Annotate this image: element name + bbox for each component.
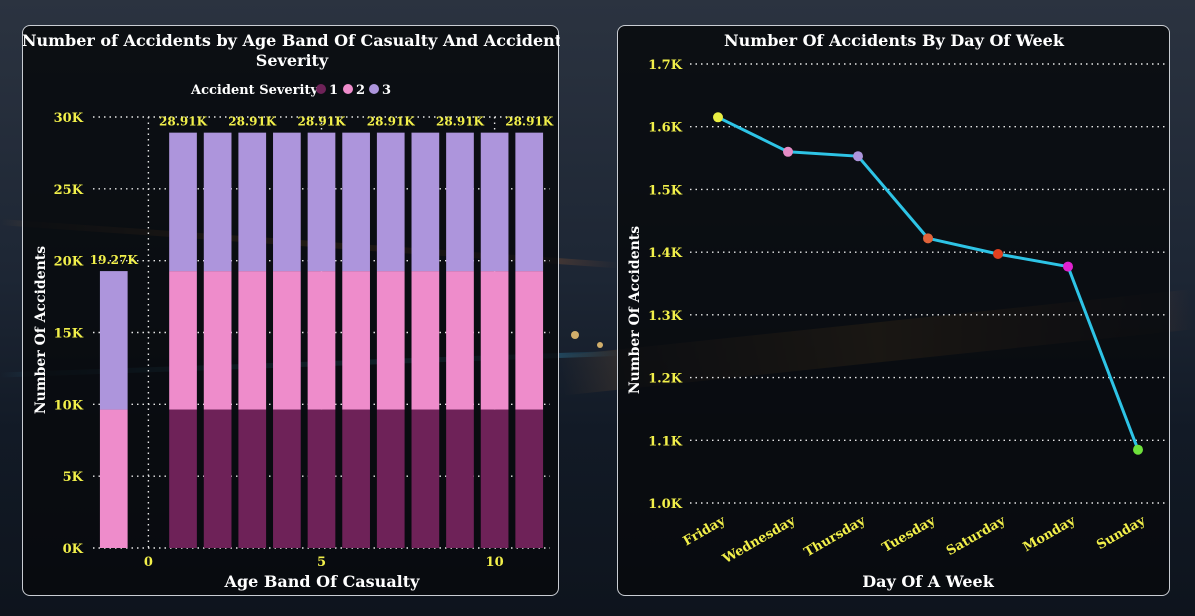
bar-segment-severity-1 xyxy=(273,409,301,548)
bar-segment-severity-2 xyxy=(169,271,197,410)
bar-segment-severity-3 xyxy=(342,132,370,272)
data-point-saturday xyxy=(993,249,1003,260)
bar-total-label: 28.91K xyxy=(505,115,554,129)
y-tick-label: 1.6K xyxy=(648,121,683,136)
bar-segment-severity-1 xyxy=(515,409,544,548)
day-of-week-chart-panel: Number Of Accidents By Day Of Week 1.0K 1… xyxy=(617,25,1170,596)
series-line xyxy=(717,115,1140,451)
x-tick-label: Sunday xyxy=(1094,513,1148,553)
bar-segment-severity-3 xyxy=(307,132,336,272)
x-tick-label: Wednesday xyxy=(719,513,798,567)
data-point-wednesday xyxy=(783,146,793,157)
legend-marker-severity-1 xyxy=(316,84,326,94)
legend-marker-severity-3 xyxy=(369,84,379,94)
bar-total-label: 28.91K xyxy=(436,115,485,129)
x-tick-label: 10 xyxy=(486,555,504,570)
bar-segment-severity-3 xyxy=(203,132,232,272)
bar-segment-severity-1 xyxy=(203,409,232,548)
data-point-friday xyxy=(713,112,723,123)
x-tick-label: Tuesday xyxy=(880,513,939,556)
bar-segment-severity-2 xyxy=(307,271,336,410)
x-axis-label: Age Band Of Casualty xyxy=(224,572,421,591)
bar-segment-severity-1 xyxy=(169,409,197,548)
bar-segment-severity-2 xyxy=(203,271,232,410)
bar-segment-severity-1 xyxy=(411,409,440,548)
bar-segment-severity-3 xyxy=(99,271,128,410)
bar-segment-severity-3 xyxy=(273,132,301,272)
bar-total-label: 28.91K xyxy=(367,115,416,129)
y-tick-label: 1.5K xyxy=(648,183,683,198)
bar-total-label: 28.91K xyxy=(228,115,277,129)
bar-segment-severity-3 xyxy=(411,132,440,272)
x-tick-label: Thursday xyxy=(802,513,869,560)
y-tick-label: 1.0K xyxy=(648,497,683,512)
y-tick-label: 0K xyxy=(63,542,84,557)
bar-segment-severity-3 xyxy=(169,132,197,272)
chart-title-line1: Number of Accidents by Age Band Of Casua… xyxy=(23,31,560,50)
legend: Accident Severity 1 2 3 xyxy=(190,83,391,98)
bar-segment-severity-2 xyxy=(99,409,128,548)
x-axis-label: Day Of A Week xyxy=(862,572,995,591)
bar-segment-severity-2 xyxy=(238,271,267,410)
bar-total-label: 28.91K xyxy=(297,115,346,129)
data-point-monday xyxy=(1063,261,1073,272)
legend-label-severity-1: 1 xyxy=(329,83,338,98)
x-tick-label: Monday xyxy=(1021,513,1079,555)
bar-segment-severity-2 xyxy=(480,271,509,410)
bar-segment-severity-2 xyxy=(376,271,405,410)
y-tick-label: 10K xyxy=(54,398,84,413)
data-point-tuesday xyxy=(923,233,933,244)
bar-segment-severity-3 xyxy=(376,132,405,272)
y-tick-label: 1.2K xyxy=(648,372,683,387)
x-tick-label: Saturday xyxy=(944,513,1008,559)
bar-segment-severity-1 xyxy=(446,409,474,548)
bar-segment-severity-3 xyxy=(446,132,474,272)
bar-total-label: 19.27K xyxy=(90,253,139,267)
y-tick-label: 15K xyxy=(54,327,84,342)
bar-segment-severity-2 xyxy=(515,271,544,410)
legend-marker-severity-2 xyxy=(343,84,353,94)
y-axis-label: Number Of Accidents xyxy=(33,246,49,414)
y-tick-label: 1.1K xyxy=(648,434,683,449)
bar-segment-severity-1 xyxy=(307,409,336,548)
chart-title-line2: Severity xyxy=(256,51,329,70)
y-tick-label: 5K xyxy=(63,470,84,485)
bar-segment-severity-1 xyxy=(238,409,267,548)
age-band-chart-panel: Number of Accidents by Age Band Of Casua… xyxy=(22,25,563,596)
x-tick-label: Friday xyxy=(681,513,729,549)
bar-segment-severity-2 xyxy=(342,271,370,410)
legend-title: Accident Severity xyxy=(190,83,318,98)
y-tick-label: 20K xyxy=(54,255,84,270)
day-of-week-line-chart: Number Of Accidents By Day Of Week 1.0K 1… xyxy=(627,31,1166,591)
legend-label-severity-2: 2 xyxy=(356,83,365,98)
bar-segment-severity-2 xyxy=(273,271,301,410)
y-tick-label: 1.7K xyxy=(648,58,683,73)
x-tick-label: 0 xyxy=(144,555,153,570)
y-tick-label: 30K xyxy=(54,111,84,126)
bar-segment-severity-3 xyxy=(238,132,267,272)
y-axis-label: Number Of Accidents xyxy=(627,226,643,394)
legend-label-severity-3: 3 xyxy=(382,83,391,98)
bar-segment-severity-2 xyxy=(446,271,474,410)
bar-total-label: 28.91K xyxy=(159,115,208,129)
data-point-thursday xyxy=(853,151,863,162)
y-tick-label: 25K xyxy=(54,183,84,198)
age-band-stacked-bar-chart: Number of Accidents by Age Band Of Casua… xyxy=(22,31,563,591)
bar-segment-severity-3 xyxy=(480,132,509,272)
x-tick-label: 5 xyxy=(317,555,326,570)
bar-segment-severity-1 xyxy=(480,409,509,548)
y-tick-label: 1.4K xyxy=(648,246,683,261)
bar-segment-severity-3 xyxy=(515,132,544,272)
bar-segment-severity-1 xyxy=(376,409,405,548)
chart-title: Number Of Accidents By Day Of Week xyxy=(724,31,1065,50)
bar-segment-severity-2 xyxy=(411,271,440,410)
bar-segment-severity-1 xyxy=(342,409,370,548)
y-tick-label: 1.3K xyxy=(648,309,683,324)
data-point-sunday xyxy=(1133,444,1143,455)
